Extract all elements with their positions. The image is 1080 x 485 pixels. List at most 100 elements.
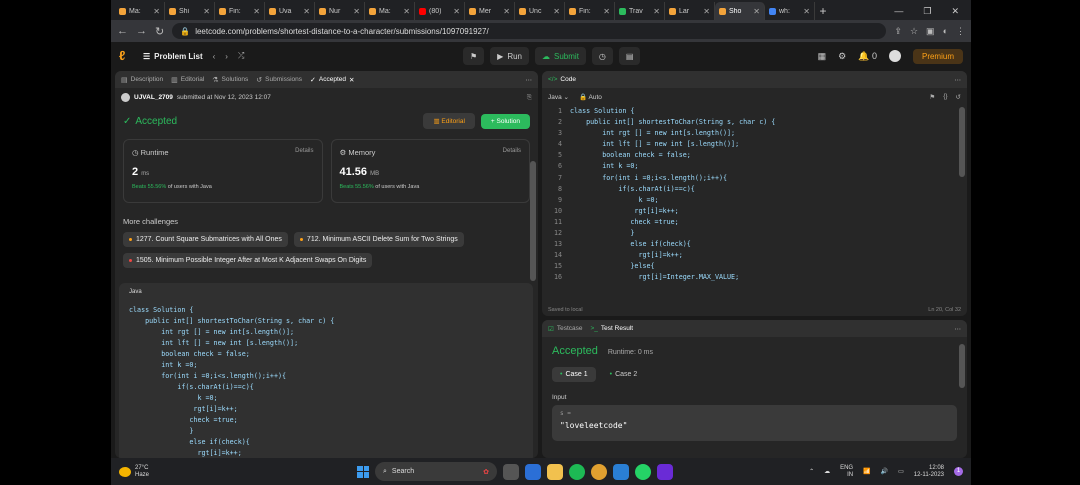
code-panel-menu-icon[interactable]: ⋯ bbox=[955, 76, 962, 84]
sidepanel-icon[interactable]: ▣ bbox=[926, 26, 935, 37]
close-tab-icon[interactable]: ✕ bbox=[303, 7, 310, 16]
result-panel-menu-icon[interactable]: ⋯ bbox=[955, 325, 962, 333]
forward-icon[interactable]: → bbox=[136, 25, 147, 37]
runtime-details-link[interactable]: Details bbox=[295, 148, 313, 157]
tab-description[interactable]: ▤ Description bbox=[121, 76, 163, 84]
language-indicator[interactable]: ENG IN bbox=[840, 465, 853, 479]
challenge-chip[interactable]: 1277. Count Square Submatrices with All … bbox=[123, 232, 288, 247]
case-2-tab[interactable]: • Case 2 bbox=[602, 367, 646, 382]
editor-scrollbar[interactable] bbox=[959, 107, 965, 177]
tab-editorial[interactable]: ▥ Editorial bbox=[171, 76, 204, 84]
close-tab-icon[interactable]: ✕ bbox=[753, 7, 760, 16]
whatsapp-icon[interactable] bbox=[635, 463, 651, 480]
close-tab-icon[interactable]: ✕ bbox=[253, 7, 260, 16]
tray-overflow-icon[interactable]: ⌃ bbox=[809, 468, 814, 475]
case-1-tab[interactable]: • Case 1 bbox=[552, 367, 596, 382]
browser-tab[interactable]: Sho ✕ bbox=[715, 2, 765, 20]
format-icon[interactable]: {} bbox=[943, 93, 947, 101]
editorial-button[interactable]: ▥ Editorial bbox=[423, 113, 475, 129]
submit-button[interactable]: ☁ Submit bbox=[535, 47, 586, 65]
share-link-icon[interactable]: ⎘ bbox=[527, 94, 532, 102]
reload-icon[interactable]: ↻ bbox=[155, 25, 164, 38]
close-tab-icon[interactable]: ✕ bbox=[803, 7, 810, 16]
bookmark-icon[interactable]: ⚑ bbox=[929, 93, 935, 101]
browser-tab[interactable]: Trav ✕ bbox=[615, 2, 665, 20]
browser-tab[interactable]: Nur ✕ bbox=[315, 2, 365, 20]
tab-submissions[interactable]: ↺ Submissions bbox=[256, 76, 302, 84]
layout-icon[interactable]: ▦ bbox=[818, 51, 827, 62]
url-input[interactable]: 🔒 leetcode.com/problems/shortest-distanc… bbox=[172, 23, 887, 39]
notes-icon[interactable]: ▤ bbox=[618, 47, 641, 65]
browser-tab[interactable]: Lar ✕ bbox=[665, 2, 715, 20]
timer-icon[interactable]: ◷ bbox=[591, 47, 613, 65]
browser-tab[interactable]: Shi ✕ bbox=[165, 2, 215, 20]
browser-tab[interactable]: Ma: ✕ bbox=[365, 2, 415, 20]
settings-icon[interactable]: ⚙ bbox=[838, 51, 846, 62]
result-scrollbar[interactable] bbox=[959, 344, 965, 388]
tab-code[interactable]: </> Code bbox=[548, 76, 576, 83]
tab-testcase[interactable]: ☑ Testcase bbox=[548, 325, 582, 333]
spotify-icon[interactable] bbox=[569, 463, 585, 480]
share-icon[interactable]: ⇪ bbox=[894, 26, 902, 37]
close-window-icon[interactable]: ✕ bbox=[951, 6, 959, 17]
minimize-icon[interactable]: — bbox=[894, 6, 903, 16]
browser-tab[interactable]: Mer ✕ bbox=[465, 2, 515, 20]
close-tab-icon[interactable]: ✕ bbox=[349, 76, 354, 84]
tab-test-result[interactable]: >_ Test Result bbox=[590, 325, 633, 332]
maximize-icon[interactable]: ❐ bbox=[923, 6, 931, 17]
close-tab-icon[interactable]: ✕ bbox=[203, 7, 210, 16]
close-tab-icon[interactable]: ✕ bbox=[703, 7, 710, 16]
reset-code-icon[interactable]: ↺ bbox=[956, 93, 961, 101]
editor-code[interactable]: class Solution { public int[] shortestTo… bbox=[570, 106, 775, 284]
challenge-chip[interactable]: 712. Minimum ASCII Delete Sum for Two St… bbox=[293, 232, 464, 247]
chrome-icon[interactable] bbox=[591, 463, 607, 480]
close-tab-icon[interactable]: ✕ bbox=[453, 7, 460, 16]
notification-badge[interactable]: 1 bbox=[954, 467, 963, 476]
new-tab-button[interactable]: + bbox=[815, 2, 831, 20]
memory-card[interactable]: ⚙ Memory Details 41.56 MB Beats 55.56% of… bbox=[330, 139, 530, 203]
username[interactable]: UJVAL_2709 bbox=[134, 94, 173, 101]
cloud-icon[interactable]: ☁ bbox=[824, 468, 830, 475]
problem-list-link[interactable]: ☰ Problem List bbox=[143, 52, 203, 61]
wifi-icon[interactable]: 📶 bbox=[863, 468, 870, 475]
menu-dots-icon[interactable]: ⋮ bbox=[956, 26, 965, 37]
taskbar-search[interactable]: ⌕ Search ✿ bbox=[375, 462, 497, 481]
close-tab-icon[interactable]: ✕ bbox=[603, 7, 610, 16]
close-tab-icon[interactable]: ✕ bbox=[153, 7, 160, 16]
premium-button[interactable]: Premium bbox=[912, 48, 963, 64]
avatar[interactable] bbox=[888, 50, 901, 62]
notification-icon[interactable]: 🔔 0 bbox=[858, 51, 877, 62]
shuffle-icon[interactable]: ⤮ bbox=[238, 51, 244, 61]
panel-menu-icon[interactable]: ⋯ bbox=[526, 76, 533, 84]
profile-icon[interactable]: ◐ bbox=[943, 26, 948, 37]
prev-problem-icon[interactable]: ‹ bbox=[213, 52, 216, 61]
browser-tab[interactable]: Fin: ✕ bbox=[565, 2, 615, 20]
tab-solutions[interactable]: ⚗ Solutions bbox=[212, 76, 248, 84]
browser-tab[interactable]: wh: ✕ bbox=[765, 2, 815, 20]
next-problem-icon[interactable]: › bbox=[225, 52, 228, 61]
close-tab-icon[interactable]: ✕ bbox=[353, 7, 360, 16]
file-explorer-icon[interactable] bbox=[547, 463, 563, 480]
code-editor[interactable]: 1 2 3 4 5 6 7 8 9 10 11 12 13 14 15 16 c… bbox=[542, 106, 967, 284]
browser-tab[interactable]: Uva ✕ bbox=[265, 2, 315, 20]
close-tab-icon[interactable]: ✕ bbox=[653, 7, 660, 16]
leetcode-logo-icon[interactable]: ℓ bbox=[119, 49, 133, 63]
browser-tab[interactable]: Unc ✕ bbox=[515, 2, 565, 20]
left-scrollbar[interactable] bbox=[530, 161, 536, 281]
back-icon[interactable]: ← bbox=[117, 25, 128, 37]
weather-widget[interactable]: 27°C Haze bbox=[111, 465, 241, 479]
runtime-card[interactable]: ◷ Runtime Details 2 ms Beats 55.56% of us… bbox=[123, 139, 323, 203]
close-tab-icon[interactable]: ✕ bbox=[503, 7, 510, 16]
autocomplete-toggle[interactable]: 🔒 Auto bbox=[579, 93, 602, 101]
task-view-icon[interactable] bbox=[503, 463, 519, 480]
browser-tab[interactable]: (80) ✕ bbox=[415, 2, 465, 20]
vscode-icon[interactable] bbox=[613, 463, 629, 480]
browser-tab[interactable]: Ma: ✕ bbox=[115, 2, 165, 20]
battery-icon[interactable]: ▭ bbox=[898, 468, 904, 475]
language-select[interactable]: Java ⌄ bbox=[548, 93, 569, 101]
close-tab-icon[interactable]: ✕ bbox=[553, 7, 560, 16]
debug-button[interactable]: ⚑ bbox=[463, 47, 485, 65]
jetbrains-icon[interactable] bbox=[657, 463, 673, 480]
run-button[interactable]: ▶ Run bbox=[490, 47, 530, 65]
memory-details-link[interactable]: Details bbox=[503, 148, 521, 157]
